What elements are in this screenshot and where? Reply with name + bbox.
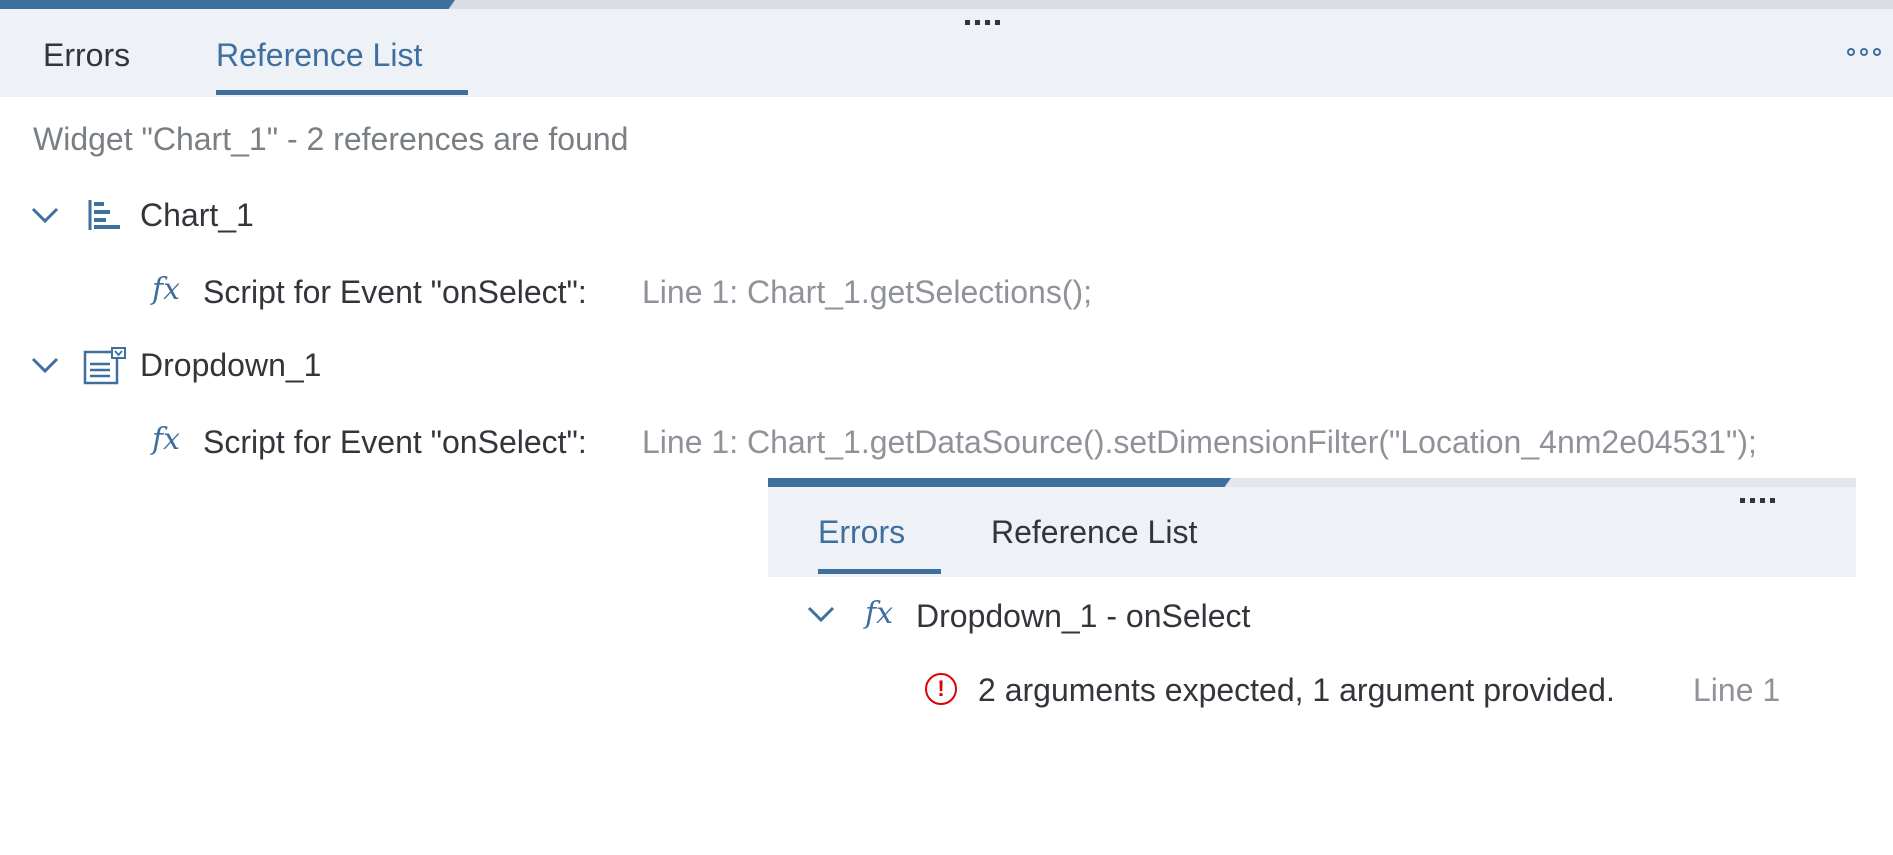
reference-summary: Widget "Chart_1" - 2 references are foun… (33, 121, 629, 157)
active-tab-indicator (216, 90, 468, 95)
main-panel-resize-bar-fill (0, 0, 455, 9)
error-message[interactable]: 2 arguments expected, 1 argument provide… (978, 668, 1615, 712)
bar-chart-icon (88, 200, 120, 230)
fx-icon: fx (152, 272, 181, 307)
error-location[interactable]: Line 1 (1693, 668, 1780, 712)
reference-item-label[interactable]: Script for Event "onSelect": (203, 420, 587, 464)
drag-handle-icon[interactable] (1740, 498, 1775, 503)
reference-item-detail[interactable]: Line 1: Chart_1.getDataSource().setDimen… (642, 420, 1757, 464)
chevron-down-icon[interactable] (30, 355, 60, 375)
reference-widget-chart-1[interactable]: Chart_1 (140, 193, 254, 237)
reference-widget-dropdown-1[interactable]: Dropdown_1 (140, 343, 321, 387)
fx-icon: fx (152, 422, 181, 457)
errors-panel-resize-bar-fill (768, 478, 1231, 487)
reference-item-detail[interactable]: Line 1: Chart_1.getSelections(); (642, 270, 1092, 314)
chevron-down-icon[interactable] (806, 604, 836, 624)
reference-item-label[interactable]: Script for Event "onSelect": (203, 270, 587, 314)
tab-errors[interactable]: Errors (818, 512, 905, 552)
tab-reference-list[interactable]: Reference List (991, 512, 1197, 552)
tab-reference-list[interactable]: Reference List (216, 35, 422, 75)
chevron-down-icon[interactable] (30, 205, 60, 225)
errors-panel: Errors Reference List fx Dropdown_1 - on… (768, 478, 1856, 855)
overflow-menu-icon[interactable] (1847, 48, 1881, 56)
error-group-title[interactable]: Dropdown_1 - onSelect (916, 594, 1250, 638)
active-tab-indicator (818, 569, 941, 574)
errors-panel-tab-bar (768, 487, 1856, 577)
error-icon: ! (925, 673, 957, 705)
fx-icon: fx (865, 596, 894, 631)
tab-errors[interactable]: Errors (43, 35, 130, 75)
drag-handle-icon[interactable] (965, 20, 1000, 25)
dropdown-widget-icon (83, 347, 126, 385)
